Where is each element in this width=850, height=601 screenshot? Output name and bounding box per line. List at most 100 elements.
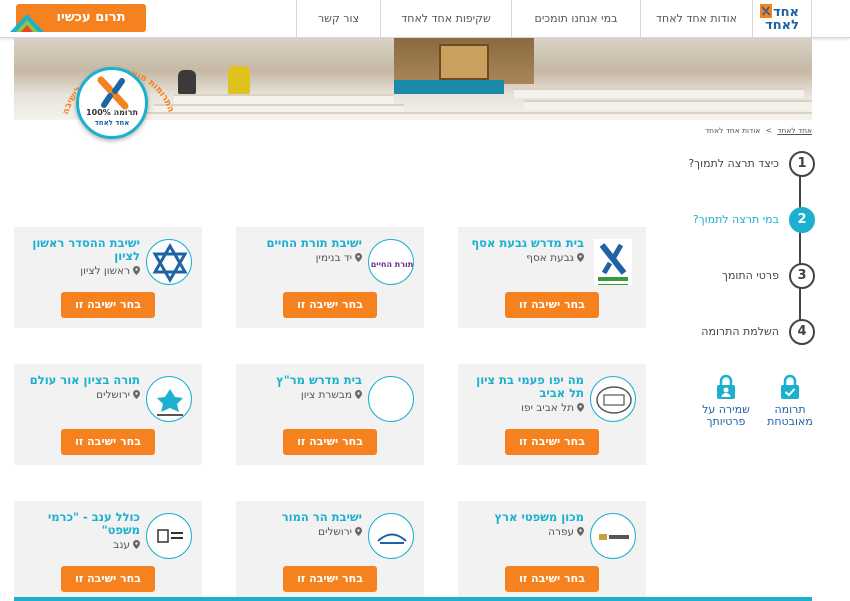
choose-yeshiva-button[interactable]: בחר ישיבה זו — [61, 429, 155, 455]
logo-badge-icon — [760, 4, 772, 18]
bottom-accent-bar — [14, 597, 812, 601]
yeshiva-name: תורה בציון אור עולם — [29, 373, 140, 387]
yeshiva-logo — [590, 376, 636, 422]
yeshiva-location: מבשרת ציון — [244, 389, 362, 401]
choose-yeshiva-button[interactable]: בחר ישיבה זו — [505, 566, 599, 592]
yeshiva-logo — [146, 376, 192, 422]
yeshiva-logo-icon — [157, 389, 183, 416]
yeshiva-logo-icon — [599, 534, 629, 540]
yeshiva-logo — [368, 513, 414, 559]
steps-connector — [799, 176, 801, 324]
nav-who-we-support[interactable]: במי אנחנו תומכים — [511, 0, 640, 38]
yeshiva-location-text: יד בנימין — [315, 252, 352, 264]
yeshiva-card: תורה בציון אור עולם ירושלים בחר ישיבה זו — [14, 364, 202, 465]
lock-check-icon — [781, 374, 799, 399]
privacy-badge: שמירה על פרטיותך — [698, 374, 754, 428]
map-pin-icon — [133, 266, 140, 275]
hero-person — [178, 70, 196, 94]
breadcrumb-separator: > — [765, 126, 772, 135]
colorful-triangle-icon — [10, 14, 44, 32]
yeshiva-logo-icon — [596, 386, 632, 414]
seal-subtitle: אחד לאחד — [94, 119, 130, 127]
step-1[interactable]: 1 כיצד תרצה לתמוך? — [650, 151, 815, 179]
yeshiva-location-text: מבשרת ציון — [300, 389, 352, 401]
privacy-label: שמירה על פרטיותך — [702, 403, 750, 428]
map-pin-icon — [355, 390, 362, 399]
yeshiva-logo: תורת החיים — [368, 239, 414, 285]
hero-pew — [514, 88, 804, 98]
yeshiva-logo — [368, 376, 414, 422]
yeshiva-location: תל אביב יפו — [466, 402, 584, 414]
step-2-number: 2 — [789, 207, 815, 233]
step-1-number: 1 — [789, 151, 815, 177]
nav-transparency[interactable]: שקיפות אחד לאחד — [380, 0, 511, 38]
yeshiva-logo-icon — [594, 239, 632, 285]
yeshiva-card: בית מדרש גבעת אסף גבעת אסף בחר ישיבה זו — [458, 227, 646, 328]
yeshiva-logo — [146, 513, 192, 559]
map-pin-icon — [577, 403, 584, 412]
yeshiva-name: ישיבת הר המור — [281, 510, 362, 524]
site-logo[interactable]: אחד לאחד — [752, 0, 812, 38]
breadcrumb: אחד לאחד > אודות אחד לאחד — [705, 126, 812, 135]
yeshiva-card: תורת החיים ישיבת תורת החיים יד בנימין בח… — [236, 227, 424, 328]
hero-pew — [134, 112, 812, 120]
yeshiva-location: יד בנימין — [244, 252, 362, 264]
choose-yeshiva-button[interactable]: בחר ישיבה זו — [505, 429, 599, 455]
yeshiva-card: כולל ענב - "כרמי משפט" ענב בחר ישיבה זו — [14, 501, 202, 601]
yeshiva-location-text: גבעת אסף — [526, 252, 574, 264]
yeshiva-location: ירושלים — [22, 389, 140, 401]
yeshiva-location: ענב — [22, 539, 140, 551]
step-1-label: כיצד תרצה לתמוך? — [688, 157, 779, 170]
step-4[interactable]: 4 השלמת התרומה — [650, 319, 815, 347]
yeshiva-name: מכון משפטי ארץ — [494, 510, 584, 524]
yeshiva-location: ירושלים — [244, 526, 362, 538]
yeshiva-location-text: ראשון לציון — [80, 265, 130, 277]
hero-ark-door — [439, 44, 489, 80]
nav-about[interactable]: אודות אחד לאחד — [640, 0, 752, 38]
lock-user-icon — [717, 374, 735, 399]
yeshiva-logo — [146, 239, 192, 285]
step-4-label: השלמת התרומה — [701, 325, 779, 338]
choose-yeshiva-button[interactable]: בחר ישיבה זו — [61, 566, 155, 592]
choose-yeshiva-button[interactable]: בחר ישיבה זו — [61, 292, 155, 318]
yeshiva-card: מה יפו פעמי בת ציון תל אביב תל אביב יפו … — [458, 364, 646, 465]
map-pin-icon — [577, 527, 584, 536]
yeshiva-location: גבעת אסף — [466, 252, 584, 264]
logo-text-line2: לאחד — [765, 18, 799, 33]
yeshiva-name: בית מדרש גבעת אסף — [471, 236, 584, 250]
donate-now-button[interactable]: תרום עכשיו — [10, 4, 146, 32]
choose-yeshiva-button[interactable]: בחר ישיבה זו — [505, 292, 599, 318]
step-2[interactable]: 2 במי תרצה לתמוך? — [650, 207, 815, 235]
yeshiva-location: ראשון לציון — [22, 265, 140, 277]
choose-yeshiva-button[interactable]: בחר ישיבה זו — [283, 429, 377, 455]
nav-contact[interactable]: צור קשר — [296, 0, 380, 38]
yeshiva-location-text: עפרה — [548, 526, 574, 538]
yeshiva-name: מה יפו פעמי בת ציון תל אביב — [476, 373, 584, 400]
hero-pew — [524, 100, 812, 110]
yeshiva-logo — [590, 513, 636, 559]
hero-bimah — [394, 80, 504, 94]
step-3-label: פרטי התומך — [722, 269, 779, 282]
yeshiva-card: ישיבת הר המור ירושלים בחר ישיבה זו — [236, 501, 424, 601]
yeshiva-location-text: ענב — [113, 539, 130, 551]
yeshiva-name: בית מדרש מר"ץ — [276, 373, 362, 387]
alef-logo-icon — [95, 76, 131, 110]
choose-yeshiva-button[interactable]: בחר ישיבה זו — [283, 566, 377, 592]
hero-pew — [174, 94, 394, 104]
secure-donation-label: תרומה מאובטחת — [767, 403, 813, 428]
hero-person — [228, 66, 250, 94]
yeshiva-name: כולל ענב - "כרמי משפט" — [47, 510, 140, 537]
yeshiva-name: ישיבת ההסדר ראשון לציון — [32, 236, 140, 263]
step-3[interactable]: 3 פרטי התומך — [650, 263, 815, 291]
yeshiva-name: ישיבת תורת החיים — [266, 236, 362, 250]
yeshiva-logo-icon — [377, 533, 407, 544]
map-pin-icon — [133, 540, 140, 549]
step-2-label: במי תרצה לתמוך? — [692, 213, 779, 226]
yeshiva-logo-icon — [152, 242, 188, 284]
svg-text:תורת החיים: תורת החיים — [371, 260, 414, 269]
donation-seal: 100% תרומה אחד לאחד — [76, 67, 148, 139]
map-pin-icon — [577, 253, 584, 262]
yeshiva-card: בית מדרש מר"ץ מבשרת ציון בחר ישיבה זו — [236, 364, 424, 465]
choose-yeshiva-button[interactable]: בחר ישיבה זו — [283, 292, 377, 318]
breadcrumb-home[interactable]: אחד לאחד — [777, 126, 812, 135]
